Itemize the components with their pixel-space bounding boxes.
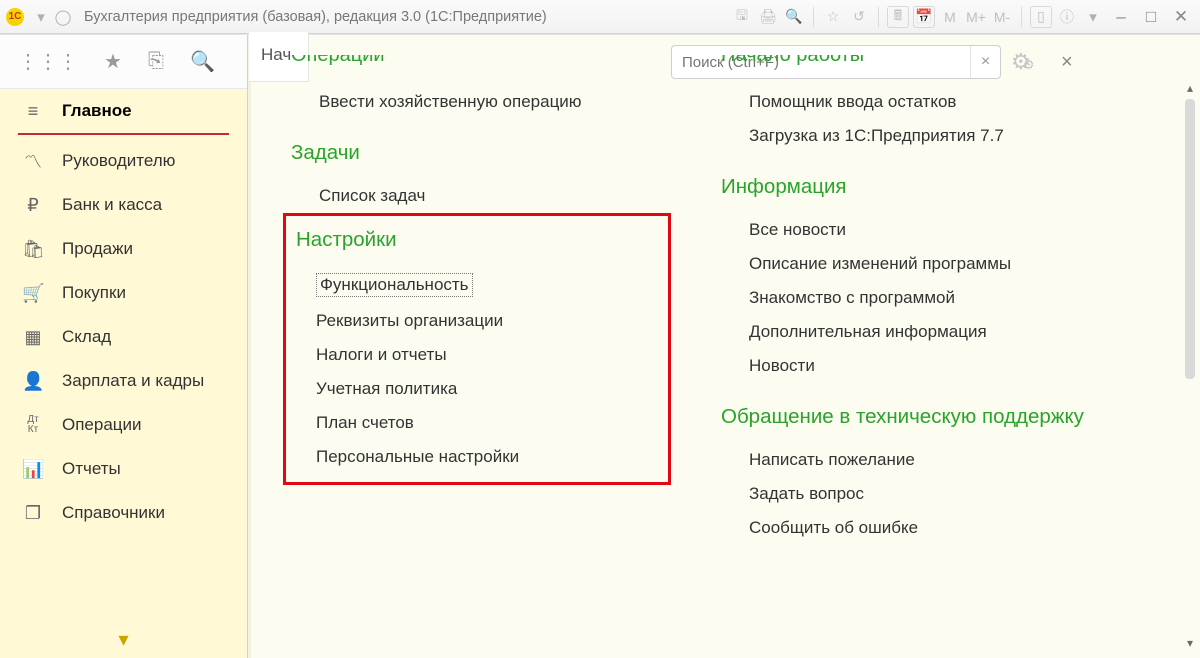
history-icon[interactable]: ↺ [848,6,870,28]
window-minimize[interactable]: – [1108,7,1134,27]
link-import-77[interactable]: Загрузка из 1С:Предприятия 7.7 [721,119,1141,153]
save-icon[interactable]: 🖫 [731,6,753,28]
sidebar-item-main[interactable]: ≡ Главное [0,89,247,133]
menu-icon: ≡ [22,101,44,122]
link-org-details[interactable]: Реквизиты организации [288,304,666,338]
link-news[interactable]: Новости [721,349,1141,383]
search-icon[interactable]: 🔍 [190,49,215,74]
link-task-list[interactable]: Список задач [291,179,681,213]
m-plus-button[interactable]: M+ [965,6,987,28]
link-accounting-policy[interactable]: Учетная политика [288,372,666,406]
vertical-scrollbar[interactable]: ▴ ▾ [1182,81,1198,650]
sidebar-item-manager[interactable]: 〽 Руководителю [0,139,247,183]
person-icon: 👤 [22,371,44,392]
find-icon[interactable]: 🔍 [783,6,805,28]
link-all-news[interactable]: Все новости [721,213,1141,247]
window-title: Бухгалтерия предприятия (базовая), редак… [84,9,547,25]
print-icon[interactable]: 🖨 [757,6,779,28]
link-changelog[interactable]: Описание изменений программы [721,247,1141,281]
titlebar-tools: 🖫 🖨 🔍 ☆ ↺ 🖩 📅 M M+ M- ▯ ⓘ ▾ – □ ✕ [731,6,1194,28]
section-settings-title: Настройки [296,228,666,252]
cutoff-heading-right: Начало работы [721,55,1141,69]
sidebar-expand-icon[interactable]: ▾ [0,621,247,658]
sidebar-item-operations[interactable]: ДтКт Операции [0,403,247,447]
star-icon[interactable]: ☆ [822,6,844,28]
link-personal-settings[interactable]: Персональные настройки [288,440,666,474]
link-enter-operation[interactable]: Ввести хозяйственную операцию [291,85,681,119]
calendar-icon[interactable]: 📅 [913,6,935,28]
info-icon[interactable]: ⓘ [1056,6,1078,28]
sidebar-item-bank[interactable]: ₽ Банк и касса [0,183,247,227]
sidebar-item-label: Продажи [62,239,133,259]
panel-icon[interactable]: ▯ [1030,6,1052,28]
cutoff-heading: Операции [291,55,681,69]
m-minus-button[interactable]: M- [991,6,1013,28]
sidebar-item-label: Руководителю [62,151,175,171]
clipboard-icon[interactable]: ⎘ [148,50,164,73]
m-button[interactable]: M [939,6,961,28]
scroll-down-icon[interactable]: ▾ [1182,636,1198,650]
sidebar-item-purchases[interactable]: 🛒 Покупки [0,271,247,315]
window-maximize[interactable]: □ [1138,7,1164,27]
highlight-settings-box: Настройки Функциональность Реквизиты орг… [283,213,671,485]
sidebar-topbar: ⋮⋮⋮ ★ ⎘ 🔍 [0,35,247,89]
right-column: Начало работы Помощник ввода остатков За… [721,55,1141,618]
chart-icon: 📊 [22,459,44,480]
link-functionality[interactable]: Функциональность [316,273,473,297]
trend-icon: 〽 [22,148,44,174]
scroll-thumb[interactable] [1185,99,1195,379]
info-dropdown-icon[interactable]: ▾ [1084,8,1102,26]
dropdown-icon[interactable]: ▾ [32,8,50,26]
link-intro[interactable]: Знакомство с программой [721,281,1141,315]
boxes-icon: ▦ [22,327,44,348]
dtkt-icon: ДтКт [22,415,44,435]
content-panel: Нач × ⚙ × Операции Ввести хозяйственную … [248,35,1200,658]
copy-icon: ❐ [22,503,44,524]
calc-icon[interactable]: 🖩 [887,6,909,28]
link-ask-question[interactable]: Задать вопрос [721,477,1141,511]
section-tasks-title: Задачи [291,141,681,165]
link-balances-helper[interactable]: Помощник ввода остатков [721,85,1141,119]
window-titlebar: 1C ▾ ◯ Бухгалтерия предприятия (базовая)… [0,0,1200,34]
sidebar: ⋮⋮⋮ ★ ⎘ 🔍 ≡ Главное 〽 Руководителю ₽ Бан… [0,35,248,658]
link-report-bug[interactable]: Сообщить об ошибке [721,511,1141,545]
link-chart-of-accounts[interactable]: План счетов [288,406,666,440]
sidebar-item-label: Зарплата и кадры [62,371,204,391]
sidebar-item-warehouse[interactable]: ▦ Склад [0,315,247,359]
bag-icon: 🛍 [22,239,44,260]
section-support-title: Обращение в техническую поддержку [721,405,1141,429]
sidebar-item-catalogs[interactable]: ❐ Справочники [0,491,247,535]
sidebar-item-label: Банк и касса [62,195,162,215]
left-column: Операции Ввести хозяйственную операцию З… [291,55,681,618]
scroll-up-icon[interactable]: ▴ [1182,81,1198,95]
sidebar-item-label: Главное [62,101,132,121]
sidebar-item-sales[interactable]: 🛍 Продажи [0,227,247,271]
app-logo-icon: 1C [6,8,24,26]
ruble-icon: ₽ [22,195,44,216]
link-taxes-reports[interactable]: Налоги и отчеты [288,338,666,372]
apps-grid-icon[interactable]: ⋮⋮⋮ [18,49,78,74]
section-info-title: Информация [721,175,1141,199]
window-close[interactable]: ✕ [1168,7,1194,27]
sidebar-item-label: Операции [62,415,142,435]
sidebar-item-reports[interactable]: 📊 Отчеты [0,447,247,491]
sidebar-item-hr[interactable]: 👤 Зарплата и кадры [0,359,247,403]
link-extra-info[interactable]: Дополнительная информация [721,315,1141,349]
link-write-suggestion[interactable]: Написать пожелание [721,443,1141,477]
sidebar-item-label: Справочники [62,503,165,523]
sidebar-item-label: Отчеты [62,459,121,479]
cart-icon: 🛒 [22,283,44,304]
circle-icon[interactable]: ◯ [54,8,72,26]
favorite-star-icon[interactable]: ★ [104,49,122,74]
active-underline [18,133,229,135]
sidebar-item-label: Склад [62,327,111,347]
sidebar-item-label: Покупки [62,283,126,303]
